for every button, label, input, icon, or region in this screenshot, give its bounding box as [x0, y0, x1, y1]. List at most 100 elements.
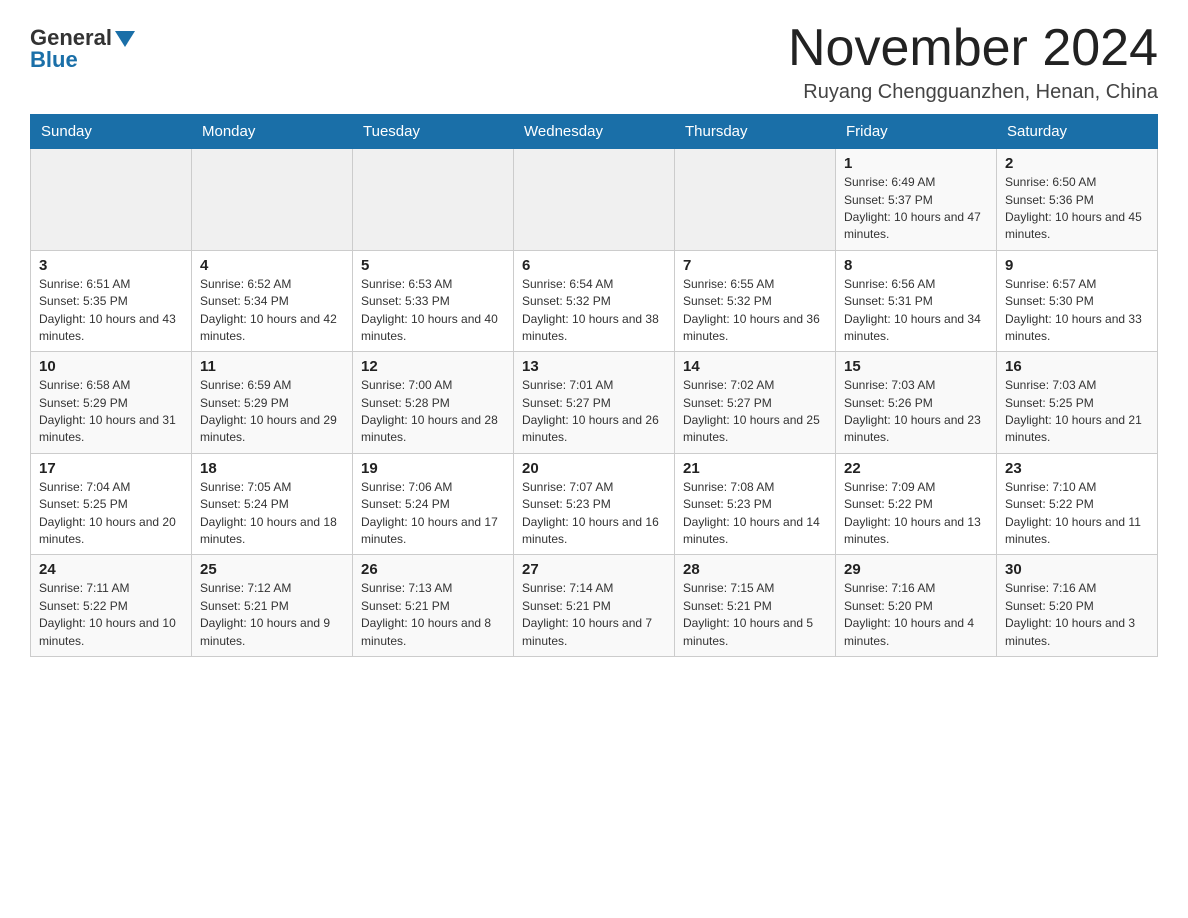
calendar-cell: 19 Sunrise: 7:06 AM Sunset: 5:24 PM Dayli… — [353, 453, 514, 555]
day-info: Sunrise: 7:14 AM Sunset: 5:21 PM Dayligh… — [522, 580, 666, 650]
calendar-cell: 10Sunrise: 6:58 AM Sunset: 5:29 PM Dayli… — [31, 352, 192, 454]
day-info: Sunrise: 7:04 AM Sunset: 5:25 PM Dayligh… — [39, 479, 183, 549]
day-number: 12 — [361, 358, 505, 375]
calendar-cell: 13 Sunrise: 7:01 AM Sunset: 5:27 PM Dayli… — [514, 352, 675, 454]
location: Ruyang Chengguanzhen, Henan, China — [788, 81, 1158, 104]
day-info: Sunrise: 7:16 AM Sunset: 5:20 PM Dayligh… — [1005, 580, 1149, 650]
calendar-cell: 9 Sunrise: 6:57 AM Sunset: 5:30 PM Daylig… — [997, 250, 1158, 352]
calendar-cell — [192, 149, 353, 251]
calendar-cell — [514, 149, 675, 251]
day-number: 28 — [683, 561, 827, 578]
calendar-cell: 24 Sunrise: 7:11 AM Sunset: 5:22 PM Dayli… — [31, 555, 192, 657]
day-header-sunday: Sunday — [31, 115, 192, 149]
day-number: 1 — [844, 155, 988, 172]
day-number: 23 — [1005, 460, 1149, 477]
day-info: Sunrise: 7:07 AM Sunset: 5:23 PM Dayligh… — [522, 479, 666, 549]
page-header: General Blue November 2024 Ruyang Chengg… — [30, 20, 1158, 104]
calendar-cell: 3 Sunrise: 6:51 AM Sunset: 5:35 PM Daylig… — [31, 250, 192, 352]
calendar-cell: 25 Sunrise: 7:12 AM Sunset: 5:21 PM Dayli… — [192, 555, 353, 657]
week-row-1: 1Sunrise: 6:49 AM Sunset: 5:37 PM Daylig… — [31, 149, 1158, 251]
day-info: Sunrise: 6:57 AM Sunset: 5:30 PM Dayligh… — [1005, 276, 1149, 346]
day-number: 29 — [844, 561, 988, 578]
day-header-friday: Friday — [836, 115, 997, 149]
day-number: 6 — [522, 257, 666, 274]
calendar-cell — [353, 149, 514, 251]
day-info: Sunrise: 7:02 AM Sunset: 5:27 PM Dayligh… — [683, 377, 827, 447]
day-number: 10 — [39, 358, 183, 375]
day-number: 15 — [844, 358, 988, 375]
day-info: Sunrise: 7:05 AM Sunset: 5:24 PM Dayligh… — [200, 479, 344, 549]
day-number: 20 — [522, 460, 666, 477]
calendar-cell: 7Sunrise: 6:55 AM Sunset: 5:32 PM Daylig… — [675, 250, 836, 352]
calendar-cell: 28 Sunrise: 7:15 AM Sunset: 5:21 PM Dayli… — [675, 555, 836, 657]
calendar-cell — [675, 149, 836, 251]
day-info: Sunrise: 7:10 AM Sunset: 5:22 PM Dayligh… — [1005, 479, 1149, 549]
day-number: 13 — [522, 358, 666, 375]
day-info: Sunrise: 6:52 AM Sunset: 5:34 PM Dayligh… — [200, 276, 344, 346]
day-header-saturday: Saturday — [997, 115, 1158, 149]
calendar-cell: 29 Sunrise: 7:16 AM Sunset: 5:20 PM Dayli… — [836, 555, 997, 657]
calendar-cell: 12 Sunrise: 7:00 AM Sunset: 5:28 PM Dayli… — [353, 352, 514, 454]
calendar-cell: 21 Sunrise: 7:08 AM Sunset: 5:23 PM Dayli… — [675, 453, 836, 555]
day-info: Sunrise: 7:00 AM Sunset: 5:28 PM Dayligh… — [361, 377, 505, 447]
calendar-cell: 16Sunrise: 7:03 AM Sunset: 5:25 PM Dayli… — [997, 352, 1158, 454]
calendar-cell: 30 Sunrise: 7:16 AM Sunset: 5:20 PM Dayli… — [997, 555, 1158, 657]
day-info: Sunrise: 7:15 AM Sunset: 5:21 PM Dayligh… — [683, 580, 827, 650]
calendar-cell: 17Sunrise: 7:04 AM Sunset: 5:25 PM Dayli… — [31, 453, 192, 555]
week-row-4: 17Sunrise: 7:04 AM Sunset: 5:25 PM Dayli… — [31, 453, 1158, 555]
day-number: 27 — [522, 561, 666, 578]
calendar-cell: 23 Sunrise: 7:10 AM Sunset: 5:22 PM Dayli… — [997, 453, 1158, 555]
day-info: Sunrise: 7:01 AM Sunset: 5:27 PM Dayligh… — [522, 377, 666, 447]
day-info: Sunrise: 7:03 AM Sunset: 5:26 PM Dayligh… — [844, 377, 988, 447]
day-info: Sunrise: 7:11 AM Sunset: 5:22 PM Dayligh… — [39, 580, 183, 650]
day-number: 11 — [200, 358, 344, 375]
calendar-cell: 26 Sunrise: 7:13 AM Sunset: 5:21 PM Dayli… — [353, 555, 514, 657]
day-info: Sunrise: 7:16 AM Sunset: 5:20 PM Dayligh… — [844, 580, 988, 650]
day-number: 24 — [39, 561, 183, 578]
logo-blue: Blue — [30, 47, 78, 73]
calendar-cell: 5Sunrise: 6:53 AM Sunset: 5:33 PM Daylig… — [353, 250, 514, 352]
day-info: Sunrise: 7:13 AM Sunset: 5:21 PM Dayligh… — [361, 580, 505, 650]
day-number: 21 — [683, 460, 827, 477]
calendar-cell: 22Sunrise: 7:09 AM Sunset: 5:22 PM Dayli… — [836, 453, 997, 555]
calendar-table: SundayMondayTuesdayWednesdayThursdayFrid… — [30, 114, 1158, 657]
day-info: Sunrise: 6:55 AM Sunset: 5:32 PM Dayligh… — [683, 276, 827, 346]
day-number: 4 — [200, 257, 344, 274]
day-header-wednesday: Wednesday — [514, 115, 675, 149]
day-number: 9 — [1005, 257, 1149, 274]
day-info: Sunrise: 7:08 AM Sunset: 5:23 PM Dayligh… — [683, 479, 827, 549]
day-info: Sunrise: 7:09 AM Sunset: 5:22 PM Dayligh… — [844, 479, 988, 549]
calendar-header: SundayMondayTuesdayWednesdayThursdayFrid… — [31, 115, 1158, 149]
day-header-tuesday: Tuesday — [353, 115, 514, 149]
calendar-cell: 11 Sunrise: 6:59 AM Sunset: 5:29 PM Dayli… — [192, 352, 353, 454]
calendar-cell: 2Sunrise: 6:50 AM Sunset: 5:36 PM Daylig… — [997, 149, 1158, 251]
day-number: 18 — [200, 460, 344, 477]
day-header-thursday: Thursday — [675, 115, 836, 149]
day-info: Sunrise: 6:54 AM Sunset: 5:32 PM Dayligh… — [522, 276, 666, 346]
day-number: 3 — [39, 257, 183, 274]
calendar-cell: 6 Sunrise: 6:54 AM Sunset: 5:32 PM Daylig… — [514, 250, 675, 352]
calendar-cell: 8 Sunrise: 6:56 AM Sunset: 5:31 PM Daylig… — [836, 250, 997, 352]
header-row: SundayMondayTuesdayWednesdayThursdayFrid… — [31, 115, 1158, 149]
day-info: Sunrise: 7:03 AM Sunset: 5:25 PM Dayligh… — [1005, 377, 1149, 447]
day-number: 26 — [361, 561, 505, 578]
day-info: Sunrise: 7:12 AM Sunset: 5:21 PM Dayligh… — [200, 580, 344, 650]
day-number: 2 — [1005, 155, 1149, 172]
title-block: November 2024 Ruyang Chengguanzhen, Hena… — [788, 20, 1158, 104]
calendar-cell: 14Sunrise: 7:02 AM Sunset: 5:27 PM Dayli… — [675, 352, 836, 454]
day-info: Sunrise: 7:06 AM Sunset: 5:24 PM Dayligh… — [361, 479, 505, 549]
week-row-5: 24 Sunrise: 7:11 AM Sunset: 5:22 PM Dayli… — [31, 555, 1158, 657]
day-number: 19 — [361, 460, 505, 477]
month-title: November 2024 — [788, 20, 1158, 77]
day-number: 30 — [1005, 561, 1149, 578]
calendar-cell: 27 Sunrise: 7:14 AM Sunset: 5:21 PM Dayli… — [514, 555, 675, 657]
calendar-body: 1Sunrise: 6:49 AM Sunset: 5:37 PM Daylig… — [31, 149, 1158, 657]
day-number: 8 — [844, 257, 988, 274]
calendar-cell: 18 Sunrise: 7:05 AM Sunset: 5:24 PM Dayli… — [192, 453, 353, 555]
day-header-monday: Monday — [192, 115, 353, 149]
day-info: Sunrise: 6:59 AM Sunset: 5:29 PM Dayligh… — [200, 377, 344, 447]
calendar-cell: 20 Sunrise: 7:07 AM Sunset: 5:23 PM Dayli… — [514, 453, 675, 555]
day-info: Sunrise: 6:51 AM Sunset: 5:35 PM Dayligh… — [39, 276, 183, 346]
day-number: 25 — [200, 561, 344, 578]
day-info: Sunrise: 6:56 AM Sunset: 5:31 PM Dayligh… — [844, 276, 988, 346]
